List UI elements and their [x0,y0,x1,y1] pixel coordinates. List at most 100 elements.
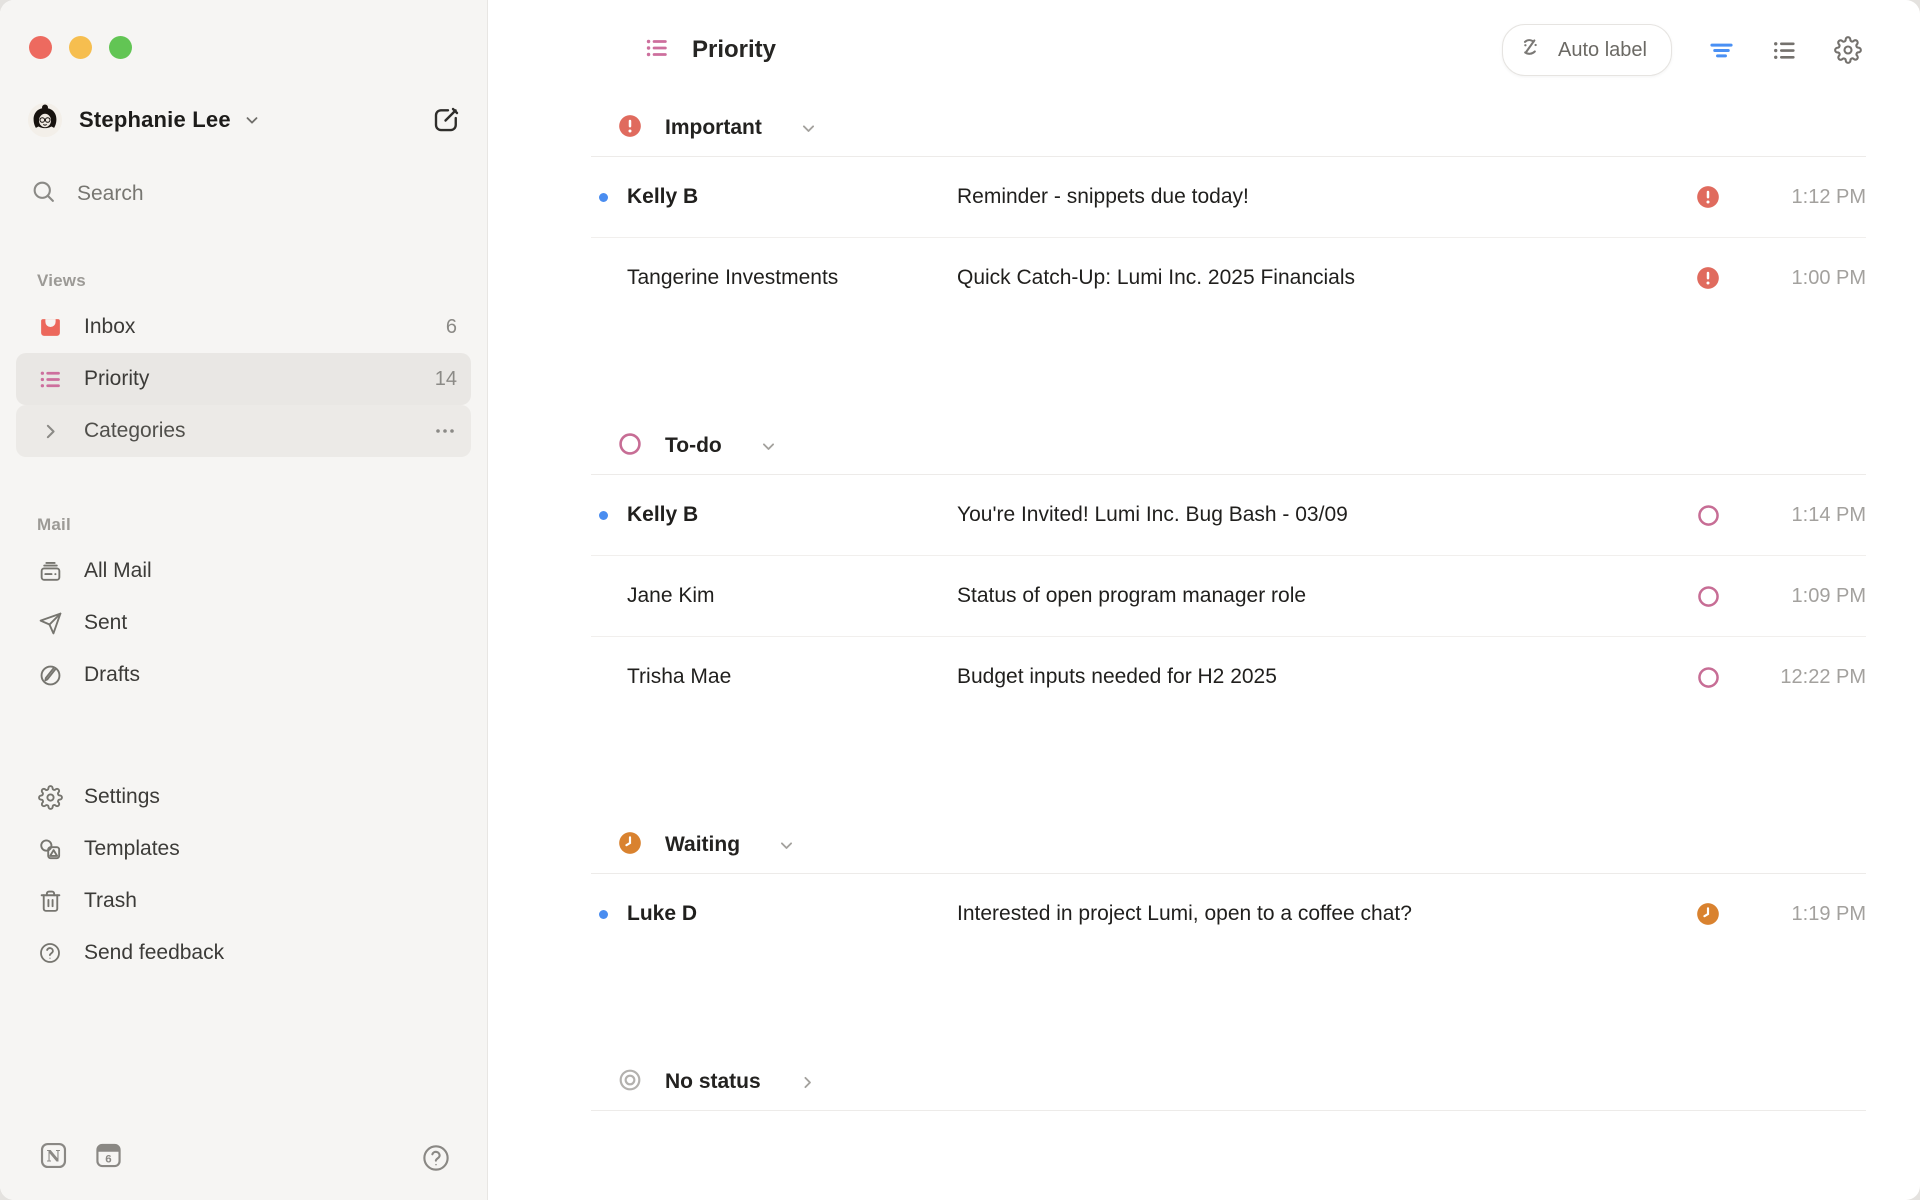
sidebar-item-sent[interactable]: Sent [16,597,471,649]
main-panel: Priority Auto label [488,0,1920,1200]
email-subject: Interested in project Lumi, open to a co… [957,902,1680,926]
group-label: No status [665,1070,761,1094]
email-row[interactable]: Jane Kim Status of open program manager … [591,556,1866,637]
email-sender: Tangerine Investments [627,266,957,290]
priority-count: 14 [435,368,457,391]
email-sender: Luke D [627,902,957,926]
email-time: 1:14 PM [1736,504,1866,527]
search-input[interactable]: Search [31,179,487,209]
waiting-clock-icon[interactable] [1680,901,1736,927]
sidebar-footer: N 6 [0,1142,487,1200]
mail-section-label: Mail [37,515,487,535]
todo-circle-icon[interactable] [1680,584,1736,609]
email-subject: You're Invited! Lumi Inc. Bug Bash - 03/… [957,503,1680,527]
unread-dot [599,910,608,919]
templates-shapes-icon [37,836,63,862]
avatar [28,103,62,137]
sidebar-item-label: Categories [84,419,186,443]
sidebar-item-categories[interactable]: Categories [16,405,471,457]
email-row[interactable]: Kelly B You're Invited! Lumi Inc. Bug Ba… [591,475,1866,556]
sidebar-item-label: Sent [84,611,127,635]
email-time: 1:19 PM [1736,903,1866,926]
sidebar-item-settings[interactable]: Settings [16,771,471,823]
sidebar-item-label: Priority [84,367,149,391]
group-label: Waiting [665,833,740,857]
main-header: Priority Auto label [488,0,1920,100]
sidebar-item-label: Templates [84,837,180,861]
more-options-icon[interactable] [433,419,457,443]
mail-nav: All Mail Sent Drafts [0,545,487,701]
search-icon [31,179,56,209]
email-sender: Trisha Mae [627,665,957,689]
help-circle-icon [37,940,63,966]
sidebar-item-trash[interactable]: Trash [16,875,471,927]
calendar-icon[interactable]: 6 [95,1142,122,1174]
gear-icon [37,784,63,810]
sidebar-item-priority[interactable]: Priority 14 [16,353,471,405]
trash-icon [37,888,63,914]
sidebar-item-templates[interactable]: Templates [16,823,471,875]
waiting-clock-icon [617,830,643,861]
sidebar-item-drafts[interactable]: Drafts [16,649,471,701]
account-switcher[interactable]: Stephanie Lee [28,103,461,137]
priority-list-icon [37,366,63,392]
sidebar-item-label: Send feedback [84,941,224,965]
help-button[interactable] [421,1143,451,1173]
settings-nav: Settings Templates [0,771,487,979]
group-waiting: Waiting Luke D Interested in project Lum… [591,817,1866,954]
group-header-important[interactable]: Important [591,100,1866,157]
email-subject: Status of open program manager role [957,584,1680,608]
auto-label-wand-icon [1520,35,1545,65]
group-label: To-do [665,434,722,458]
email-subject: Quick Catch-Up: Lumi Inc. 2025 Financial… [957,266,1680,290]
close-window-button[interactable] [29,36,52,59]
all-mail-icon [37,558,63,584]
important-badge-icon[interactable] [1680,184,1736,210]
no-status-icon [617,1067,643,1098]
email-subject: Reminder - snippets due today! [957,185,1680,209]
group-header-todo[interactable]: To-do [591,418,1866,475]
group-header-waiting[interactable]: Waiting [591,817,1866,874]
sidebar-item-label: Settings [84,785,160,809]
email-time: 1:00 PM [1736,267,1866,290]
email-row[interactable]: Trisha Mae Budget inputs needed for H2 2… [591,637,1866,717]
notion-logo-icon[interactable]: N [40,1142,67,1174]
todo-circle-icon[interactable] [1680,665,1736,690]
email-row[interactable]: Tangerine Investments Quick Catch-Up: Lu… [591,238,1866,318]
page-title: Priority [692,36,776,64]
important-badge-icon[interactable] [1680,265,1736,291]
toolbar: Auto label [1502,24,1862,76]
compose-button[interactable] [431,105,461,135]
sidebar-item-label: All Mail [84,559,152,583]
sidebar-item-label: Trash [84,889,137,913]
group-important: Important Kelly B Reminder - snippets du… [591,100,1866,318]
important-badge-icon [617,113,643,144]
sidebar-item-label: Drafts [84,663,140,687]
filter-icon[interactable] [1708,37,1735,64]
priority-list-icon [644,35,670,66]
sidebar-item-inbox[interactable]: Inbox 6 [16,301,471,353]
minimize-window-button[interactable] [69,36,92,59]
email-sender: Jane Kim [627,584,957,608]
views-section-label: Views [37,271,487,291]
sidebar-item-all-mail[interactable]: All Mail [16,545,471,597]
chevron-right-icon[interactable] [37,418,63,444]
sidebar-item-send-feedback[interactable]: Send feedback [16,927,471,979]
account-name: Stephanie Lee [79,107,231,133]
email-sender: Kelly B [627,503,957,527]
email-row[interactable]: Luke D Interested in project Lumi, open … [591,874,1866,954]
chevron-down-icon [760,438,777,455]
group-no-status: No status [591,1054,1866,1111]
view-settings-gear-icon[interactable] [1834,36,1862,64]
notion-mail-window: Stephanie Lee Search Views [0,0,1920,1200]
inbox-icon [37,314,63,340]
list-view-icon[interactable] [1771,37,1798,64]
email-row[interactable]: Kelly B Reminder - snippets due today! 1… [591,157,1866,238]
todo-circle-icon[interactable] [1680,503,1736,528]
group-header-no-status[interactable]: No status [591,1054,1866,1111]
email-time: 1:09 PM [1736,585,1866,608]
chevron-down-icon [778,837,795,854]
auto-label-button[interactable]: Auto label [1502,24,1672,76]
zoom-window-button[interactable] [109,36,132,59]
sidebar: Stephanie Lee Search Views [0,0,488,1200]
